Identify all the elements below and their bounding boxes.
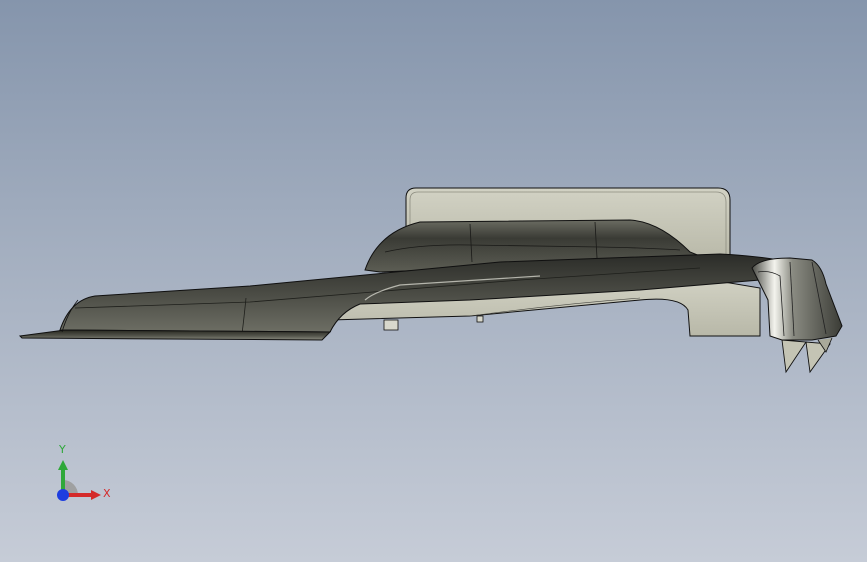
y-axis-label: Y (59, 443, 66, 456)
z-axis-dot (57, 489, 69, 501)
x-axis-label: X (103, 487, 111, 500)
right-end-cap (751, 257, 843, 341)
hanging-tabs (781, 337, 833, 374)
cad-part-model[interactable] (0, 0, 867, 562)
graphics-viewport[interactable]: Y X (0, 0, 867, 562)
